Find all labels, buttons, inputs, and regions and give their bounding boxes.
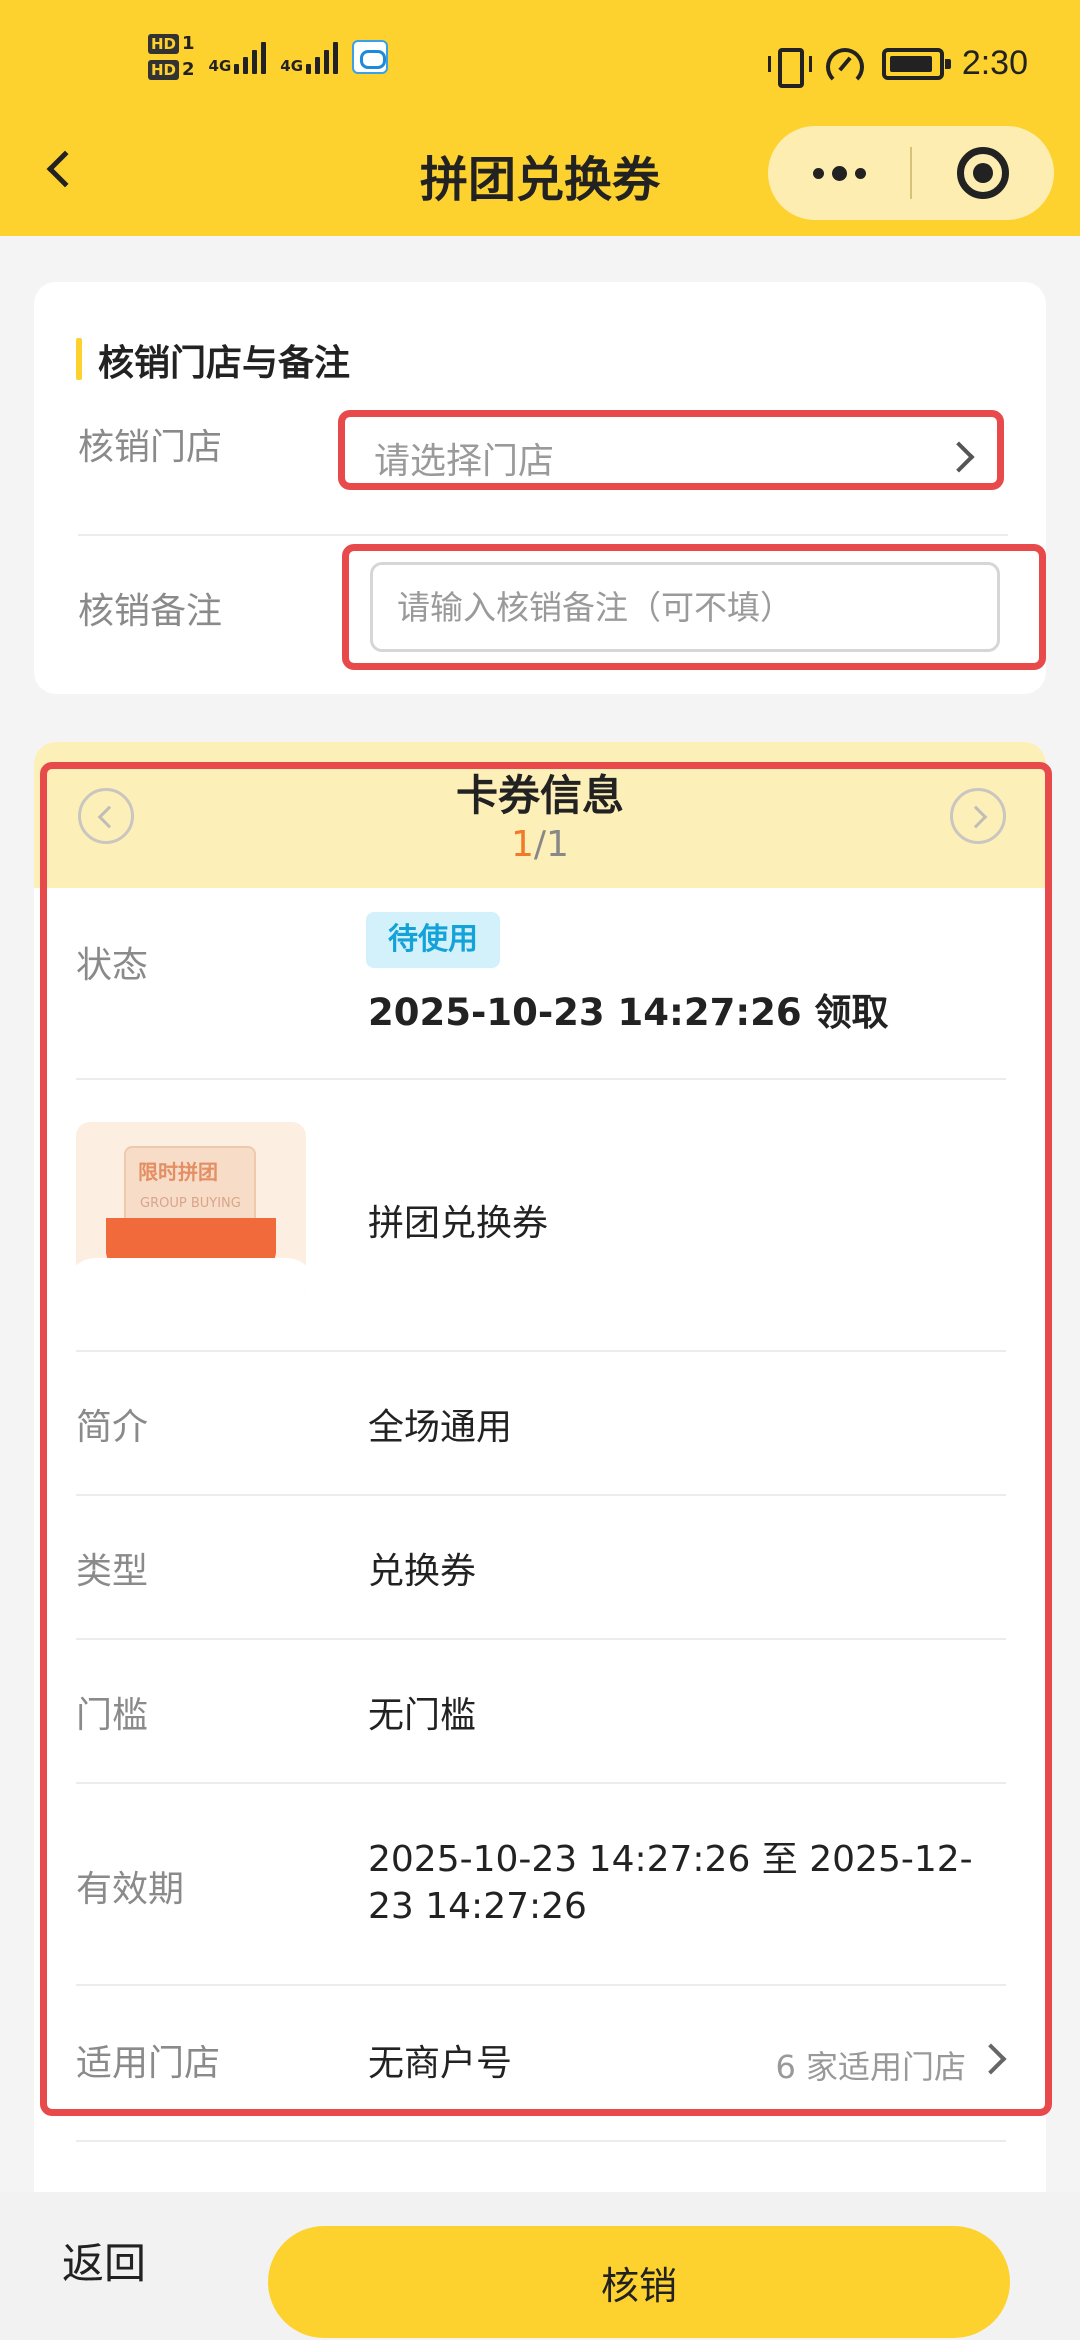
status-badge: 待使用 (366, 912, 500, 968)
chevron-right-icon[interactable] (975, 2043, 1007, 2075)
coupon-pager: 1/1 (34, 824, 1046, 865)
next-coupon-button[interactable] (950, 788, 1006, 844)
status-bar-right: 2:30 (767, 44, 1028, 88)
intro-value: 全场通用 (368, 1407, 513, 1448)
divider (78, 534, 1008, 536)
store-label: 核销门店 (78, 427, 223, 468)
threshold-label: 门槛 (76, 1695, 149, 1736)
status-label: 状态 (76, 945, 149, 986)
coupon-info-card: 卡券信息 1/1 状态 待使用 2025-10-23 14:27:26 领取 限… (34, 742, 1046, 2242)
signal1-icon: 4G (209, 40, 267, 74)
status-bar-left: HD 1 HD 2 4G 4G (148, 34, 389, 80)
signal2-icon: 4G (280, 40, 339, 74)
coupon-image-subtitle: GROUP BUYING (140, 1196, 241, 1211)
pager-current: 1 (511, 824, 534, 865)
store-select[interactable]: 请选择门店 (344, 410, 1004, 506)
coupon-name: 拼团兑换券 (368, 1203, 549, 1244)
more-button[interactable] (768, 126, 910, 220)
divider (76, 1350, 1006, 1352)
mini-program-capsule (768, 126, 1054, 220)
validity-label: 有效期 (76, 1869, 185, 1910)
divider (76, 1638, 1006, 1640)
more-dots-icon (812, 167, 824, 179)
coupon-info-title: 卡券信息 (455, 771, 624, 820)
bottom-action-bar: 返回 核销 (0, 2192, 1080, 2340)
pager-total: /1 (533, 824, 569, 865)
coupon-info-header: 卡券信息 1/1 (34, 742, 1046, 888)
type-label: 类型 (76, 1551, 149, 1592)
divider (76, 1078, 1006, 1080)
store-placeholder: 请选择门店 (374, 441, 555, 482)
hd2-indicator: HD 2 (148, 60, 195, 80)
vibrate-icon (767, 46, 812, 88)
close-mini-program-button[interactable] (912, 126, 1054, 220)
intro-label: 简介 (76, 1407, 149, 1448)
divider (76, 1782, 1006, 1784)
type-value: 兑换券 (368, 1551, 477, 1592)
stores-value: 无商户号 (368, 2043, 513, 2084)
remark-label: 核销备注 (78, 591, 223, 632)
back-link[interactable]: 返回 (62, 2230, 146, 2291)
stores-label: 适用门店 (76, 2043, 221, 2084)
target-circle-icon (957, 147, 1009, 199)
verify-store-card: 核销门店与备注 核销门店 请选择门店 核销备注 (34, 282, 1046, 694)
threshold-value: 无门槛 (368, 1695, 477, 1736)
received-time: 2025-10-23 14:27:26 领取 (368, 991, 889, 1034)
section-title: 核销门店与备注 (76, 334, 350, 386)
chevron-right-icon (964, 805, 988, 829)
coupon-image-title: 限时拼团 (138, 1160, 218, 1184)
divider (76, 2140, 1006, 2142)
speedometer-icon (825, 46, 864, 86)
battery-icon (881, 47, 951, 80)
validity-line1: 2025-10-23 14:27:26 至 2025-12- (368, 1839, 973, 1880)
remark-input[interactable] (370, 562, 1000, 652)
divider (76, 1494, 1006, 1496)
verify-button[interactable]: 核销 (268, 2226, 1010, 2338)
message-app-icon (352, 40, 389, 74)
top-bar: HD 1 HD 2 4G 4G 2:30 拼团兑换券 (0, 0, 1080, 236)
divider (76, 1984, 1006, 1986)
page: HD 1 HD 2 4G 4G 2:30 拼团兑换券 核销门店与备注 核销门店 … (0, 0, 1080, 2340)
hd1-indicator: HD 1 (148, 34, 195, 54)
coupon-image: 限时拼团 GROUP BUYING (76, 1122, 306, 1302)
chevron-right-icon (943, 441, 975, 473)
validity-line2: 23 14:27:26 (368, 1886, 587, 1927)
applicable-stores-link[interactable]: 6 家适用门店 (775, 2042, 966, 2088)
clock: 2:30 (961, 44, 1028, 82)
